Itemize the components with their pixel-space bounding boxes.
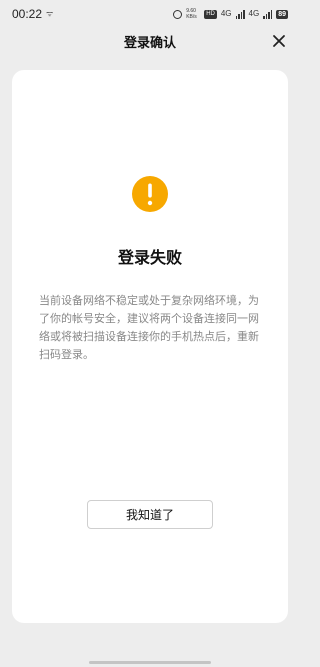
- page: 00:22 ᯤ 9.60 KB/s HD 4G 4G 89 登录确认 登录失败 …: [0, 0, 300, 667]
- result-message: 当前设备网络不稳定或处于复杂网络环境，为了你的帐号安全，建议将两个设备连接同一网…: [39, 294, 259, 361]
- alarm-icon: [173, 9, 183, 19]
- battery-icon: 89: [276, 9, 288, 19]
- status-time: 00:22: [12, 7, 43, 21]
- network-speed: 9.60 KB/s: [186, 8, 197, 20]
- status-bar: 00:22 ᯤ 9.60 KB/s HD 4G 4G 89: [0, 0, 300, 30]
- close-button[interactable]: [270, 32, 288, 50]
- notification-icon: ᯤ: [46, 9, 54, 18]
- signal-bars-icon: [235, 9, 245, 19]
- page-title: 登录确认: [123, 36, 176, 51]
- signal-label-1: 4G: [220, 9, 232, 18]
- result-title: 登录失败: [117, 248, 182, 267]
- signal-label-2: 4G: [248, 9, 260, 18]
- close-icon: [273, 35, 285, 47]
- header: 登录确认: [0, 30, 300, 54]
- home-indicator[interactable]: [89, 661, 211, 664]
- status-icons: 9.60 KB/s HD 4G 4G 89: [173, 7, 288, 21]
- login-result-card: 登录失败 当前设备网络不稳定或处于复杂网络环境，为了你的帐号安全，建议将两个设备…: [12, 70, 288, 623]
- acknowledge-button[interactable]: 我知道了: [87, 500, 213, 529]
- signal-bars-icon-2: [263, 9, 273, 19]
- hd-badge: HD: [204, 9, 217, 19]
- warning-icon: [132, 176, 168, 212]
